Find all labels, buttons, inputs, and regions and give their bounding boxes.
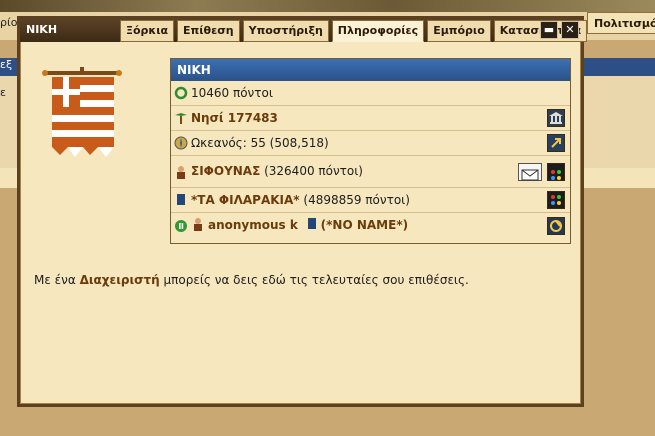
town-info-panel: ΝΙΚΗ 10460 πόντοι Νησί 177483 Ωκεανός: 5… (170, 58, 571, 244)
town-info-window: ΝΙΚΗ Ξόρκια Επίθεση Υποστήριξη Πληροφορί… (17, 16, 588, 407)
tab-spells[interactable]: Ξόρκια (120, 20, 175, 42)
send-message-button[interactable] (518, 162, 542, 181)
message-suffix: μπορείς να δεις εδώ τις τελευταίες σου ε… (159, 273, 469, 287)
ocean-text: Ωκεανός: 55 (508,518) (191, 136, 329, 150)
owner-alliance-banner-icon (307, 218, 316, 229)
town-flag-icon (42, 67, 122, 157)
player-link[interactable]: ΣΙΦΟΥΝΑΣ (191, 164, 260, 178)
jump-to-button[interactable] (547, 134, 565, 152)
tab-support[interactable]: Υποστήριξη (242, 20, 329, 42)
window-tabs: Ξόρκια Επίθεση Υποστήριξη Πληροφορίες Εμ… (120, 20, 588, 42)
culture-button[interactable]: Πολιτισμός (587, 12, 655, 34)
info-message: Με ένα Διαχειριστή μπορείς να δεις εδώ τ… (34, 273, 469, 287)
bg-text-3: ε (0, 86, 6, 99)
close-icon: ✕ (565, 23, 575, 36)
arrow-icon (551, 138, 561, 148)
bg-text-1: ρίο (0, 16, 18, 29)
island-link[interactable]: Νησί 177483 (191, 111, 278, 125)
gems-icon (551, 169, 561, 180)
player-avatar-icon (177, 165, 185, 179)
minimize-button[interactable]: ▬ (540, 21, 558, 39)
player-profile-button[interactable] (547, 162, 565, 181)
alliance-banner-icon (177, 194, 185, 205)
window-titlebar[interactable]: ΝΙΚΗ Ξόρκια Επίθεση Υποστήριξη Πληροφορί… (20, 19, 588, 42)
game-top-strip (0, 0, 655, 12)
swirl-icon (550, 219, 562, 232)
gems-icon (551, 195, 561, 205)
close-button[interactable]: ✕ (561, 21, 579, 39)
owner-action-button[interactable] (547, 216, 565, 235)
minimize-icon: ▬ (543, 23, 555, 36)
alliance-link[interactable]: *ΤΑ ΦΙΛΑΡΑΚΙΑ* (191, 193, 300, 207)
alliance-profile-button[interactable] (547, 191, 565, 209)
tab-trade[interactable]: Εμπόριο (427, 20, 491, 42)
temple-icon (549, 112, 563, 124)
player-points: (326400 πόντοι) (260, 164, 363, 178)
tab-info[interactable]: Πληροφορίες (331, 20, 425, 42)
compass-icon (174, 136, 188, 150)
laurel-icon (174, 86, 188, 100)
owner-link[interactable]: anonymous k (208, 218, 298, 232)
town-points: 10460 πόντοι (191, 86, 273, 100)
alliance-row: *ΤΑ ΦΙΛΑΡΑΚΙΑ* (4898859 πόντοι) (171, 188, 570, 213)
administrator-link[interactable]: Διαχειριστή (80, 273, 160, 287)
owner-alliance-link[interactable]: (*NO NAME*) (321, 218, 408, 232)
island-row: Νησί 177483 (171, 106, 570, 131)
message-prefix: Με ένα (34, 273, 80, 287)
owner-row: anonymous k (*NO NAME*) (171, 213, 570, 238)
points-row: 10460 πόντοι (171, 81, 570, 106)
island-info-button[interactable] (547, 109, 565, 127)
player-row: ΣΙΦΟΥΝΑΣ (326400 πόντοι) (171, 156, 570, 188)
tab-attack[interactable]: Επίθεση (177, 20, 240, 42)
alliance-points: (4898859 πόντοι) (299, 193, 410, 207)
window-title: ΝΙΚΗ (26, 23, 58, 36)
ocean-row: Ωκεανός: 55 (508,518) (171, 131, 570, 156)
bg-text-2: εξ (0, 58, 13, 71)
green-status-icon (175, 219, 187, 232)
palm-tree-icon (175, 113, 187, 124)
owner-avatar-icon (194, 218, 202, 231)
envelope-icon (521, 169, 539, 180)
panel-header: ΝΙΚΗ (171, 59, 570, 81)
